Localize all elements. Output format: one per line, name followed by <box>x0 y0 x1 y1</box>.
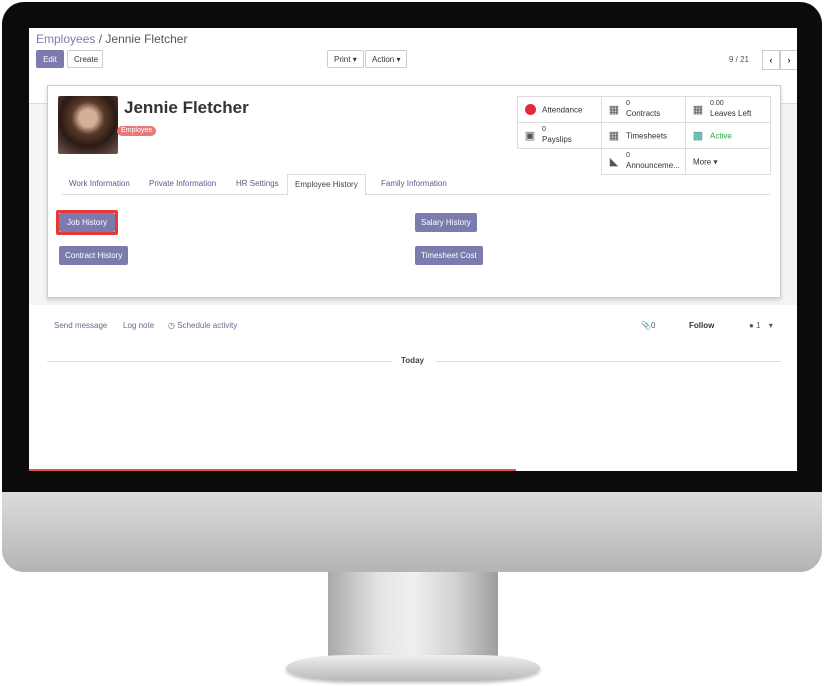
edit-button[interactable]: Edit <box>36 50 64 68</box>
attendance-label: Attendance <box>542 105 583 114</box>
notebook-tabs: Work Information Private Information HR … <box>62 174 770 196</box>
active-toggle-button[interactable]: ▩ Active <box>685 122 771 149</box>
contract-history-button[interactable]: Contract History <box>59 246 129 265</box>
monitor-stand-base <box>286 655 540 681</box>
action-dropdown[interactable]: Action ▾ <box>365 50 408 68</box>
job-history-button[interactable]: Job History <box>56 210 118 235</box>
chevron-down-icon: ▾ <box>352 54 357 64</box>
tab-employee-history[interactable]: Employee History <box>287 174 366 196</box>
print-dropdown[interactable]: Print ▾ <box>327 50 364 68</box>
calendar-icon: ▦ <box>692 104 704 116</box>
clock-icon: ◷ <box>168 321 175 330</box>
payslips-button[interactable]: ▣ 0 Payslips <box>517 122 602 149</box>
leaves-left-label: Leaves Left <box>710 109 752 118</box>
money-icon: ▣ <box>524 130 536 142</box>
schedule-activity-button[interactable]: ◷ Schedule activity <box>168 321 237 330</box>
more-button[interactable]: More ▾ <box>685 148 771 175</box>
action-label: Action <box>372 54 395 64</box>
announcements-button[interactable]: ◣ 0 Announceme... <box>601 148 686 175</box>
announcements-label: Announceme... <box>626 161 680 170</box>
tab-hr-settings[interactable]: HR Settings <box>229 174 286 194</box>
schedule-activity-label: Schedule activity <box>177 321 238 330</box>
create-button[interactable]: Create <box>67 50 103 68</box>
contracts-label: Contracts <box>626 109 661 118</box>
chevron-right-icon: › <box>787 55 791 65</box>
salary-history-button[interactable]: Salary History <box>415 213 477 232</box>
pager-next-button[interactable]: › <box>780 50 797 70</box>
more-label: More ▾ <box>693 157 718 166</box>
announcements-count: 0 <box>626 152 630 159</box>
loading-progress-bar <box>29 469 516 471</box>
archive-icon: ▩ <box>692 130 704 142</box>
breadcrumb-current: Jennie Fletcher <box>105 32 188 46</box>
attendance-status-icon <box>523 104 537 116</box>
screen: Employees / Jennie Fletcher Edit Create … <box>29 28 797 471</box>
payslips-label: Payslips <box>542 135 572 144</box>
calendar-icon: ▦ <box>608 130 620 142</box>
contracts-button[interactable]: ▦ 0 Contracts <box>601 96 686 123</box>
bullhorn-icon: ◣ <box>609 156 619 168</box>
payslips-count: 0 <box>542 126 546 133</box>
book-icon: ▦ <box>608 104 620 116</box>
print-label: Print <box>334 54 351 64</box>
chevron-left-icon: ‹ <box>769 55 773 65</box>
tab-work-information[interactable]: Work Information <box>62 174 137 194</box>
leaves-left-button[interactable]: ▦ 0.00 Leaves Left <box>685 96 771 123</box>
highlight-box <box>56 210 118 235</box>
attendance-button[interactable]: Attendance <box>517 96 602 123</box>
breadcrumb: Employees / Jennie Fletcher <box>36 32 187 46</box>
employee-form-sheet: Jennie Fletcher Employee Attendance ▦ 0 … <box>47 85 781 298</box>
chevron-down-icon: ▾ <box>396 54 401 64</box>
log-note-button[interactable]: Log note <box>123 321 154 330</box>
breadcrumb-separator: / <box>95 32 106 46</box>
timesheet-cost-button[interactable]: Timesheet Cost <box>415 246 483 265</box>
tab-private-information[interactable]: Private Information <box>142 174 223 194</box>
chatter: Send message Log note ◷ Schedule activit… <box>29 305 797 471</box>
today-separator-label: Today <box>401 356 424 365</box>
divider <box>436 361 781 362</box>
chevron-down-icon: ▾ <box>768 321 773 330</box>
attachments-button[interactable]: 📎0 <box>641 321 655 330</box>
attachment-count: 0 <box>650 321 656 330</box>
pager-value[interactable]: 9 / 21 <box>729 55 749 64</box>
pager-previous-button[interactable]: ‹ <box>762 50 780 70</box>
employee-category-tag: Employee <box>117 126 157 136</box>
contracts-count: 0 <box>626 100 630 107</box>
tab-family-information[interactable]: Family Information <box>374 174 454 194</box>
followers-count: 1 <box>756 321 761 330</box>
follow-button[interactable]: Follow <box>689 321 714 330</box>
monitor-stand-neck <box>328 572 498 658</box>
timesheets-label: Timesheets <box>626 131 668 140</box>
send-message-button[interactable]: Send message <box>54 321 107 330</box>
paperclip-icon: 📎 <box>641 321 651 330</box>
divider <box>47 361 392 362</box>
employee-avatar[interactable] <box>58 96 118 154</box>
timesheets-button[interactable]: ▦ Timesheets <box>601 122 686 149</box>
followers-button[interactable]: ● 1 ▾ <box>749 321 773 330</box>
monitor-chin <box>2 492 822 572</box>
employee-name: Jennie Fletcher <box>124 98 249 117</box>
active-label: Active <box>710 131 732 140</box>
leaves-left-value: 0.00 <box>710 100 724 107</box>
user-icon: ● <box>749 321 754 330</box>
breadcrumb-employees-link[interactable]: Employees <box>36 32 95 46</box>
